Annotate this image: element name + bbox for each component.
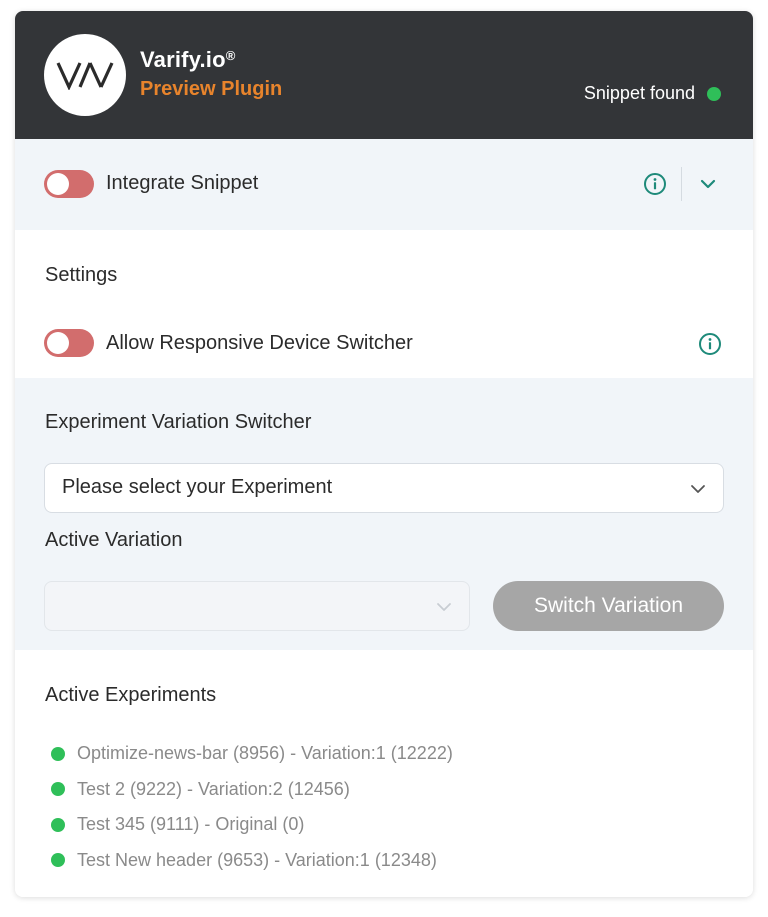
- varify-logo: [44, 34, 126, 116]
- switch-variation-button[interactable]: Switch Variation: [493, 581, 724, 631]
- active-experiments-section: Active Experiments Optimize-news-bar (89…: [15, 650, 753, 897]
- experiment-label: Test 345 (9111) - Original (0): [77, 814, 305, 835]
- device-switcher-toggle[interactable]: [44, 329, 94, 357]
- variation-switcher-section: Experiment Variation Switcher Please sel…: [15, 378, 753, 650]
- integrate-snippet-row: Integrate Snippet: [15, 139, 753, 230]
- info-circle-icon[interactable]: [698, 332, 722, 356]
- status-dot-icon: [707, 86, 721, 101]
- experiment-label: Test New header (9653) - Variation:1 (12…: [77, 849, 437, 870]
- snippet-status-label: Snippet found: [583, 83, 695, 103]
- experiment-select-value: Please select your Experiment: [62, 476, 333, 498]
- experiment-select[interactable]: Please select your Experiment: [44, 463, 724, 513]
- settings-section: Settings Allow Responsive Device Switche…: [15, 230, 753, 378]
- header: Varify.io® Preview Plugin Snippet found: [15, 11, 753, 139]
- list-item: Test 2 (9222) - Variation:2 (12456): [51, 772, 453, 808]
- brand-name: Varify.io®: [140, 47, 236, 72]
- experiment-label: Test 2 (9222) - Variation:2 (12456): [77, 778, 350, 799]
- brand-subtitle: Preview Plugin: [140, 78, 283, 100]
- chevron-down-icon: [437, 603, 451, 611]
- active-variation-select[interactable]: [44, 581, 470, 631]
- active-dot-icon: [51, 782, 65, 797]
- divider: [681, 167, 682, 201]
- info-circle-icon[interactable]: [643, 172, 667, 196]
- toggle-knob: [47, 173, 69, 195]
- varify-logo-icon: [56, 62, 114, 90]
- list-item: Test 345 (9111) - Original (0): [51, 807, 453, 843]
- toggle-knob: [47, 332, 69, 354]
- active-dot-icon: [51, 817, 65, 832]
- chevron-down-icon[interactable]: [700, 178, 716, 190]
- snippet-status: Snippet found: [584, 83, 721, 104]
- plugin-panel: Varify.io® Preview Plugin Snippet found …: [15, 11, 753, 897]
- active-experiments-list: Optimize-news-bar (8956) - Variation:1 (…: [51, 736, 453, 878]
- active-experiments-title: Active Experiments: [45, 684, 217, 706]
- device-switcher-label: Allow Responsive Device Switcher: [106, 332, 413, 354]
- active-dot-icon: [51, 746, 65, 761]
- active-variation-title: Active Variation: [45, 529, 183, 551]
- settings-title: Settings: [45, 264, 118, 286]
- integrate-snippet-toggle[interactable]: [44, 170, 94, 198]
- list-item: Test New header (9653) - Variation:1 (12…: [51, 843, 453, 879]
- active-dot-icon: [51, 853, 65, 868]
- chevron-down-icon: [691, 485, 705, 493]
- experiment-label: Optimize-news-bar (8956) - Variation:1 (…: [77, 743, 453, 764]
- list-item: Optimize-news-bar (8956) - Variation:1 (…: [51, 736, 453, 772]
- integrate-snippet-label: Integrate Snippet: [106, 172, 259, 194]
- variation-switcher-title: Experiment Variation Switcher: [45, 411, 312, 433]
